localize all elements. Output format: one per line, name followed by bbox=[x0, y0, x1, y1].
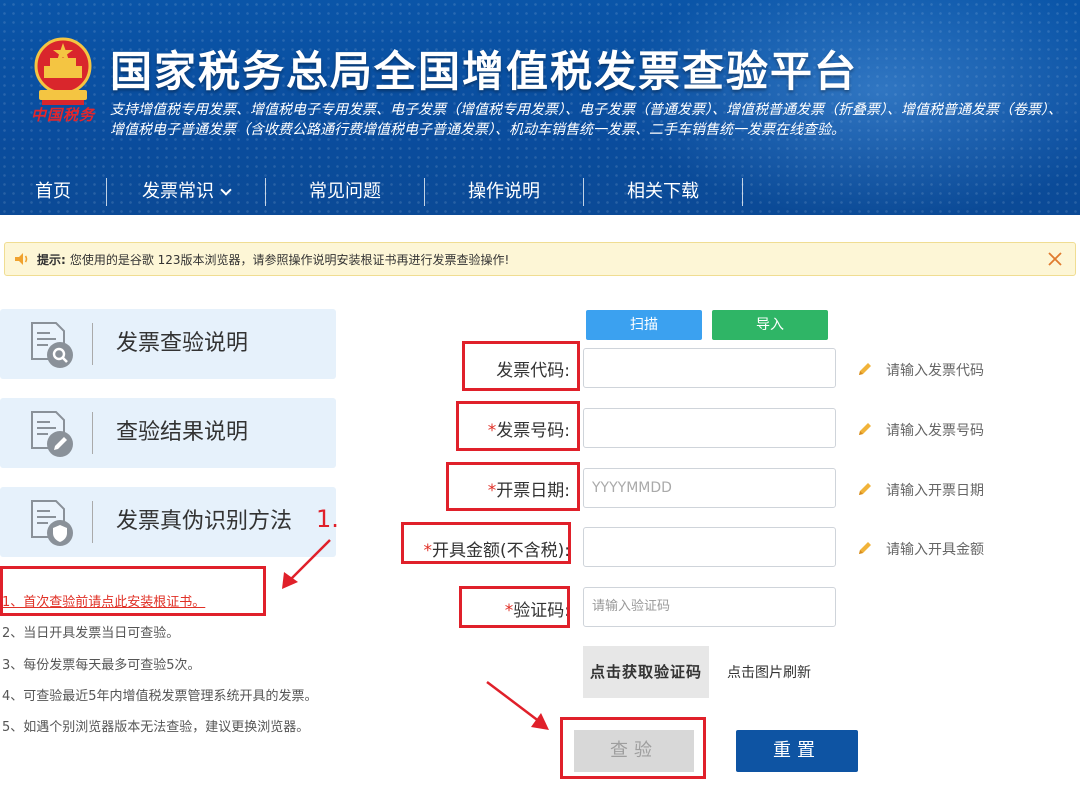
annotation-arrows bbox=[282, 539, 549, 730]
arrow-head bbox=[531, 713, 549, 730]
arrow-line bbox=[486, 681, 541, 723]
arrow-line bbox=[289, 539, 331, 581]
